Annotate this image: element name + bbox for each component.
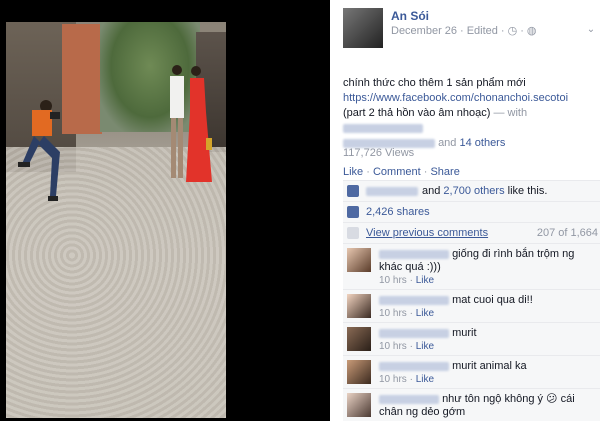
post-date[interactable]: December 26 (391, 25, 457, 37)
comment-count: 207 of 1,664 (536, 227, 598, 239)
post-text-line1: chính thức cho thêm 1 sản phẩm mới (343, 77, 526, 89)
bride-figure (186, 66, 212, 182)
commenter-name-blurred[interactable] (379, 249, 449, 259)
post-actions: Like · Comment · Share (343, 166, 460, 178)
author-name[interactable]: An Sói (391, 9, 429, 23)
post-text: chính thức cho thêm 1 sản phẩm mới https… (343, 76, 598, 151)
edited-label[interactable]: Edited (467, 25, 498, 37)
comment-like-link[interactable]: Like (416, 341, 434, 352)
and-label: and (438, 137, 457, 149)
comment-item: như tôn ngộ không ý 😕 cái chân ng dẻo gớ… (343, 388, 600, 421)
view-previous-comments-link[interactable]: View previous comments (366, 227, 488, 239)
commenter-name-blurred[interactable] (379, 295, 449, 305)
likes-row: and 2,700 others like this. (343, 180, 600, 201)
shares-link[interactable]: 2,426 shares (366, 206, 430, 218)
photographer-figure (18, 100, 60, 201)
commenter-name-blurred[interactable] (379, 394, 439, 404)
commenter-name-blurred[interactable] (379, 361, 449, 371)
video-frame[interactable] (6, 22, 226, 418)
comment-like-link[interactable]: Like (416, 308, 434, 319)
avatar[interactable] (347, 248, 371, 272)
likes-others-link[interactable]: 2,700 others (443, 185, 504, 197)
post-link[interactable]: https://www.facebook.com/chonanchoi.seco… (343, 92, 568, 104)
share-button[interactable]: Share (430, 166, 459, 178)
clock-icon: ◷ (507, 25, 518, 37)
author-avatar[interactable] (343, 8, 383, 48)
comment-text: mat cuoi qua di!! (452, 294, 533, 306)
comment-text: murit animal ka (452, 360, 527, 372)
thumbs-up-icon (347, 185, 359, 197)
comment-like-link[interactable]: Like (416, 374, 434, 385)
others-link[interactable]: 14 others (459, 137, 505, 149)
avatar[interactable] (347, 327, 371, 351)
photo-viewer (0, 0, 330, 421)
globe-icon: ◍ (526, 25, 537, 37)
comment-item: murit 10 hrs · Like (343, 322, 600, 355)
comment-item: giống đi rình bắn trộm ng khác quá :))) … (343, 243, 600, 289)
feedback-box: and 2,700 others like this. 2,426 shares… (343, 180, 600, 421)
comment-item: mat cuoi qua di!! 10 hrs · Like (343, 289, 600, 322)
avatar[interactable] (347, 294, 371, 318)
share-icon (347, 206, 359, 218)
comment-icon (347, 227, 359, 239)
with-label: — with (493, 107, 528, 119)
view-previous-row: View previous comments 207 of 1,664 (343, 222, 600, 243)
avatar[interactable] (347, 393, 371, 417)
shares-row: 2,426 shares (343, 201, 600, 222)
liker-name-blurred[interactable] (366, 186, 418, 196)
comment-text: murit (452, 327, 477, 339)
post-meta: December 26 · Edited · ◷ · ◍ (391, 24, 537, 38)
avatar[interactable] (347, 360, 371, 384)
view-count: 117,726 Views (343, 147, 415, 159)
comment-button[interactable]: Comment (373, 166, 421, 178)
commenter-name-blurred[interactable] (379, 328, 449, 338)
chevron-down-icon[interactable]: ⌄ (584, 24, 598, 38)
post-panel: An Sói December 26 · Edited · ◷ · ◍ ⌄ ch… (330, 0, 600, 421)
like-button[interactable]: Like (343, 166, 363, 178)
comment-item: murit animal ka 10 hrs · Like (343, 355, 600, 388)
tagged-names-blurred (343, 123, 423, 133)
post-text-line2: (part 2 thả hồn vào âm nhoạc) (343, 107, 491, 119)
comment-like-link[interactable]: Like (416, 275, 434, 286)
